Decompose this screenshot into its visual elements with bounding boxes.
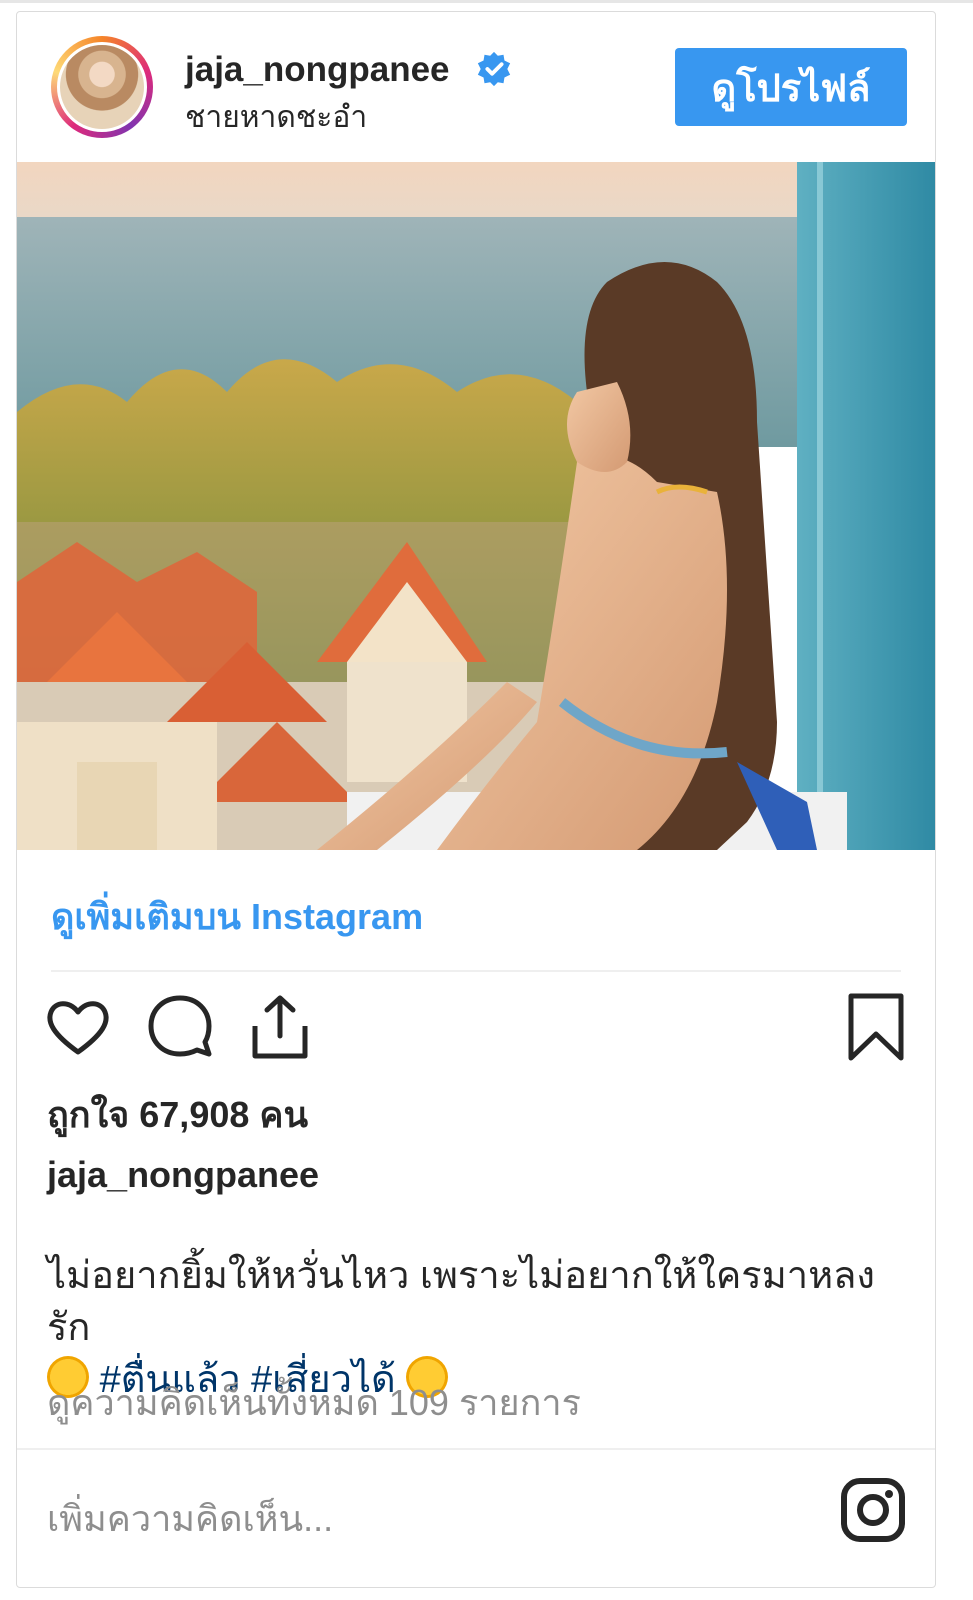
post-photo[interactable] [17, 162, 935, 850]
top-divider [0, 0, 973, 3]
view-more-on-instagram-link[interactable]: ดูเพิ่มเติมบน Instagram [51, 888, 423, 945]
view-profile-button[interactable]: ดูโปรไฟล์ [675, 48, 907, 126]
verified-badge-icon [477, 51, 511, 87]
avatar-story-ring[interactable] [51, 36, 153, 138]
comment-bubble-icon[interactable] [145, 992, 215, 1062]
post-username[interactable]: jaja_nongpanee [185, 50, 450, 90]
instagram-embed-card: jaja_nongpanee ชายหาดชะอำ ดูโปรไฟล์ ดูเพ… [16, 11, 936, 1588]
view-all-comments-link[interactable]: ดูความคิดเห็นทั้งหมด 109 รายการ [47, 1374, 581, 1431]
post-location[interactable]: ชายหาดชะอำ [185, 94, 367, 141]
heart-icon[interactable] [43, 992, 113, 1062]
action-bar [17, 992, 935, 1072]
divider [17, 1448, 935, 1450]
post-photo-scene [17, 162, 935, 850]
avatar [57, 42, 147, 132]
add-comment-field[interactable]: เพิ่มความคิดเห็น... [47, 1490, 333, 1547]
caption-username[interactable]: jaja_nongpanee [47, 1154, 319, 1196]
bookmark-icon[interactable] [841, 992, 911, 1062]
post-header: jaja_nongpanee ชายหาดชะอำ ดูโปรไฟล์ [17, 12, 935, 162]
instagram-logo-icon[interactable] [839, 1476, 907, 1544]
divider [51, 970, 901, 972]
likes-count[interactable]: ถูกใจ 67,908 คน [47, 1086, 308, 1143]
caption-text: ไม่อยากยิ้มให้หวั่นไหว เพราะไม่อยากให้ใค… [47, 1255, 875, 1349]
share-icon[interactable] [245, 992, 315, 1062]
